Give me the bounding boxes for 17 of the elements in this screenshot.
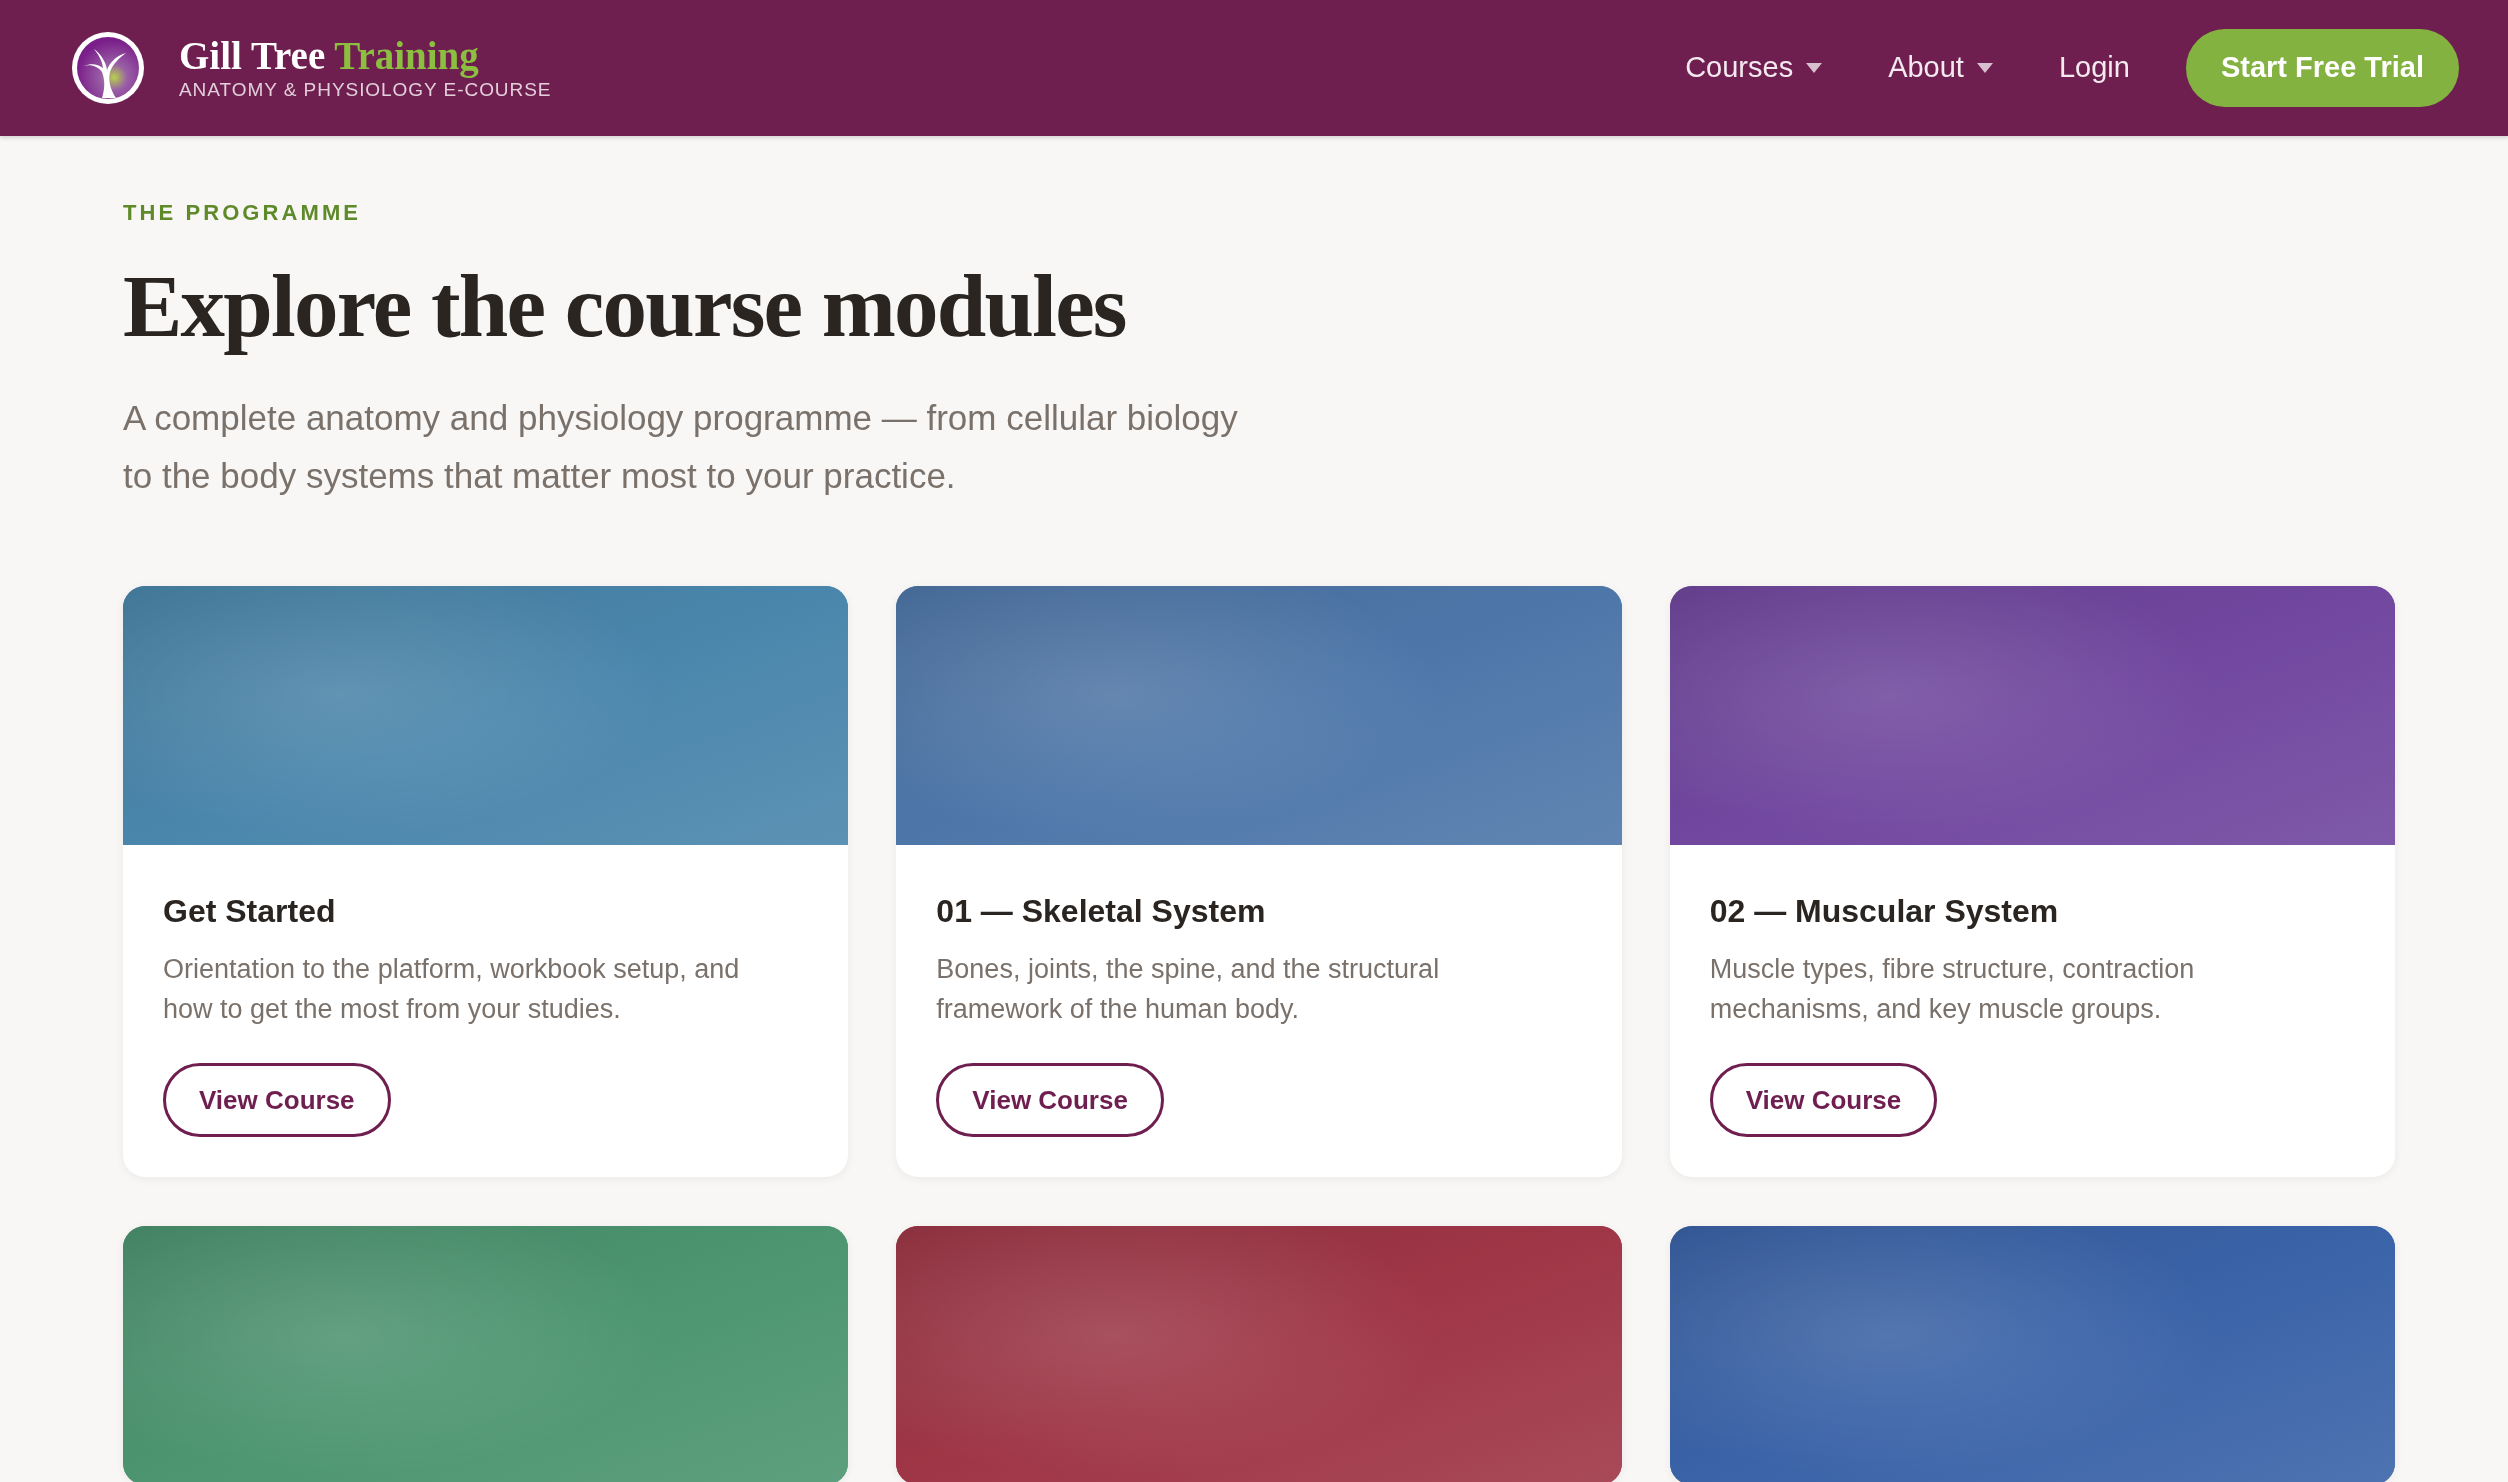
card-title: 01 — Skeletal System <box>936 895 1266 927</box>
card-title: Get Started <box>163 895 336 927</box>
card-description: Orientation to the platform, workbook setup, and how to get the most from your studies. <box>163 953 741 1026</box>
card-description: Muscle types, fibre structure, contraction mechanisms, and key muscle groups. <box>1709 953 2196 1026</box>
intro-paragraph: A complete anatomy and physiology programme — from cellular biology to the body systems that matter most to your practice. <box>123 397 1239 497</box>
brand-tagline: ANATOMY & PHYSIOLOGY E-COURSE <box>179 79 552 101</box>
nav-link[interactable]: About <box>1888 46 1993 90</box>
nav-link[interactable]: Courses <box>1685 46 1823 90</box>
view-course-button[interactable]: View Course <box>163 1063 391 1137</box>
tree-logo-icon[interactable] <box>72 32 144 104</box>
section-eyebrow: THE PROGRAMME <box>123 202 362 224</box>
nav-link[interactable]: Login <box>2058 46 2130 90</box>
card-description: Bones, joints, the spine, and the structural framework of the human body. <box>936 953 1441 1026</box>
brand-name: Gill Tree Training <box>179 35 479 77</box>
view-course-button[interactable]: View Course <box>1709 1063 1938 1137</box>
view-course-button[interactable]: View Course <box>936 1063 1164 1137</box>
card-title: 02 — Muscular System <box>1709 895 2059 927</box>
